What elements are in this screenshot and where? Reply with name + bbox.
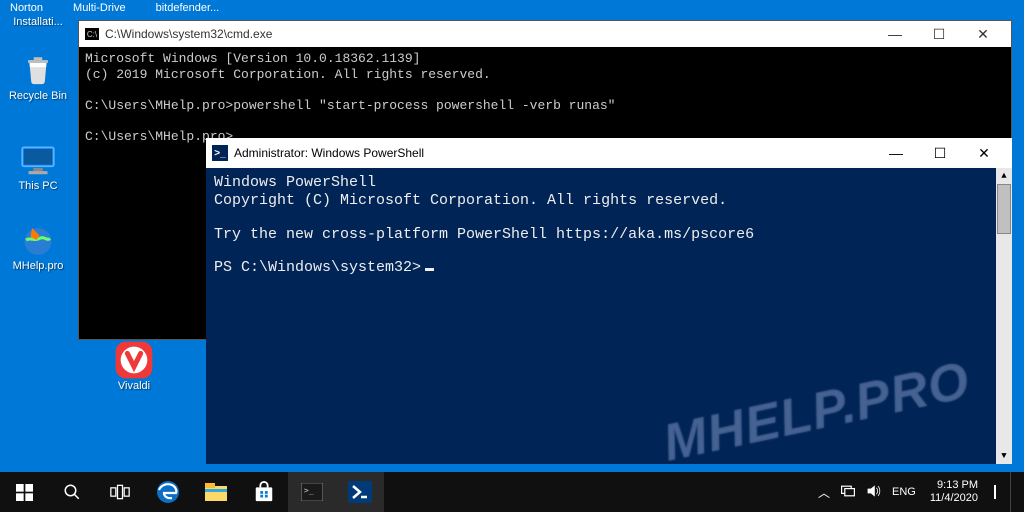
search-button[interactable] <box>48 472 96 512</box>
icon-label: MHelp.pro <box>13 260 64 272</box>
notifications-button[interactable] <box>986 486 1004 498</box>
recycle-bin-icon <box>18 52 58 88</box>
top-row-labels: Norton Multi-Drive bitdefender... <box>0 2 1024 14</box>
desktop-icon-vivaldi[interactable]: Vivaldi <box>100 342 168 392</box>
cmd-icon: C:\ <box>85 28 99 40</box>
taskbar-app-explorer[interactable] <box>192 472 240 512</box>
scroll-up-arrow[interactable]: ▲ <box>996 168 1012 184</box>
cmd-line: (c) 2019 Microsoft Corporation. All righ… <box>85 67 491 82</box>
multidrive-label: Multi-Drive <box>73 2 126 14</box>
task-view-button[interactable] <box>96 472 144 512</box>
powershell-window[interactable]: >_ Administrator: Windows PowerShell — ☐… <box>206 138 1012 464</box>
desktop-icon-this-pc[interactable]: This PC <box>4 142 72 192</box>
watermark: MHELP.PRO <box>657 349 975 476</box>
norton-label: Norton <box>10 2 43 14</box>
taskbar-app-edge[interactable] <box>144 472 192 512</box>
minimize-button[interactable]: — <box>873 21 917 47</box>
powershell-body[interactable]: Windows PowerShell Copyright (C) Microso… <box>206 168 1012 464</box>
ps-line: Windows PowerShell <box>214 174 1004 192</box>
cmd-line: Microsoft Windows [Version 10.0.18362.11… <box>85 51 420 66</box>
show-desktop-button[interactable] <box>1010 472 1016 512</box>
clock-date: 11/4/2020 <box>930 492 978 505</box>
powershell-titlebar[interactable]: >_ Administrator: Windows PowerShell — ☐… <box>206 138 1012 168</box>
icon-label: Installati... <box>13 16 63 28</box>
ps-prompt-line: PS C:\Windows\system32> <box>214 259 1004 277</box>
minimize-button[interactable]: — <box>874 140 918 166</box>
scroll-thumb[interactable] <box>997 184 1011 234</box>
clock-time: 9:13 PM <box>930 479 978 492</box>
desktop-icon-installati[interactable]: Installati... <box>4 14 72 28</box>
globe-icon <box>18 222 58 258</box>
cmd-body[interactable]: Microsoft Windows [Version 10.0.18362.11… <box>79 47 1011 149</box>
taskbar: >_ ︿ ENG 9:13 PM 11/4/2020 <box>0 472 1024 512</box>
cmd-title-text: C:\Windows\system32\cmd.exe <box>105 27 272 41</box>
cursor <box>425 268 434 271</box>
close-button[interactable]: ✕ <box>962 140 1006 166</box>
desktop: Norton Multi-Drive bitdefender... Instal… <box>0 0 1024 472</box>
powershell-title-text: Administrator: Windows PowerShell <box>234 146 424 160</box>
icon-label: Recycle Bin <box>9 90 67 102</box>
tray-volume-icon[interactable] <box>866 484 882 501</box>
desktop-icon-recycle-bin[interactable]: Recycle Bin <box>4 52 72 102</box>
icon-label: Vivaldi <box>118 380 150 392</box>
system-tray: ︿ ENG 9:13 PM 11/4/2020 <box>812 472 1024 512</box>
taskbar-app-cmd[interactable]: >_ <box>288 472 336 512</box>
cmd-line: C:\Users\MHelp.pro>powershell "start-pro… <box>85 98 616 113</box>
maximize-button[interactable]: ☐ <box>918 140 962 166</box>
tray-chevron-up-icon[interactable]: ︿ <box>818 484 830 501</box>
tray-language[interactable]: ENG <box>892 486 916 498</box>
scroll-down-arrow[interactable]: ▼ <box>996 448 1012 464</box>
cmd-titlebar[interactable]: C:\ C:\Windows\system32\cmd.exe — ☐ ✕ <box>79 21 1011 47</box>
taskbar-app-powershell[interactable] <box>336 472 384 512</box>
svg-text:>_: >_ <box>304 485 314 495</box>
taskbar-clock[interactable]: 9:13 PM 11/4/2020 <box>924 479 984 504</box>
ps-line: Try the new cross-platform PowerShell ht… <box>214 226 1004 244</box>
ps-line: Copyright (C) Microsoft Corporation. All… <box>214 192 1004 210</box>
icon-label: This PC <box>18 180 57 192</box>
tray-network-icon[interactable] <box>840 484 856 501</box>
powershell-icon: >_ <box>212 145 228 161</box>
taskbar-app-store[interactable] <box>240 472 288 512</box>
ps-prompt: PS C:\Windows\system32> <box>214 259 421 276</box>
maximize-button[interactable]: ☐ <box>917 21 961 47</box>
bitdefender-label: bitdefender... <box>156 2 220 14</box>
scrollbar[interactable]: ▲ ▼ <box>996 168 1012 464</box>
vivaldi-icon <box>114 342 154 378</box>
start-button[interactable] <box>0 472 48 512</box>
desktop-icon-mhelp[interactable]: MHelp.pro <box>4 222 72 272</box>
computer-icon <box>18 142 58 178</box>
close-button[interactable]: ✕ <box>961 21 1005 47</box>
